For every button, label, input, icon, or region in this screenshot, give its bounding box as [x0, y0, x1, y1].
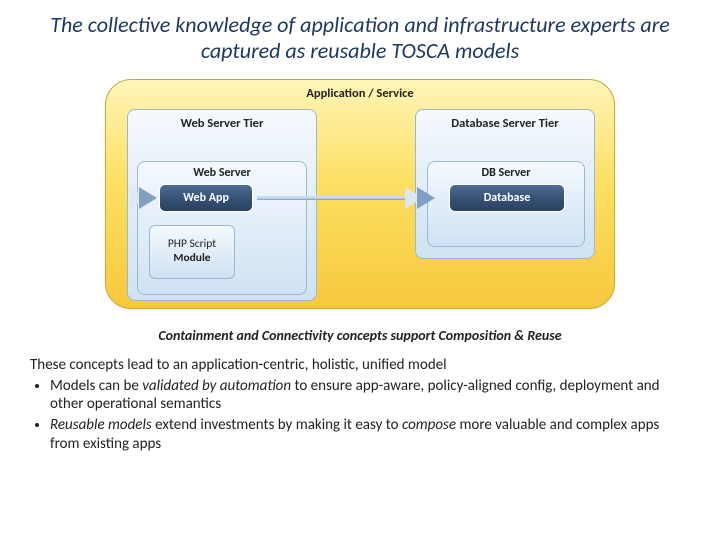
web-app-node: Web App [159, 184, 253, 212]
bullet-reuse: Reusable models extend investments by ma… [50, 416, 686, 454]
database-server-tier-label: Database Server Tier [451, 116, 558, 131]
bullet1-pre: Models can be [50, 377, 142, 395]
php-script-module-box: PHP Script Module [149, 225, 235, 279]
architecture-diagram: Application / Service Web Server Tier Da… [105, 79, 615, 309]
application-service-label: Application / Service [106, 86, 614, 101]
php-script-label-line2: Module [173, 251, 210, 265]
web-server-label: Web Server [193, 166, 251, 180]
database-node: Database [449, 184, 565, 212]
bullet2-em2: compose [402, 416, 456, 434]
bullet1-em: validated by automation [142, 377, 291, 395]
db-server-label: DB Server [482, 166, 531, 180]
diagram-caption: Containment and Connectivity concepts su… [0, 327, 720, 344]
entry-pointer-icon [129, 186, 159, 210]
database-label: Database [484, 191, 531, 205]
bullet2-em1: Reusable models [50, 416, 152, 434]
bullet2-mid: extend investments by making it easy to [152, 416, 402, 434]
php-script-label-line1: PHP Script [168, 237, 216, 251]
web-app-label: Web App [183, 191, 229, 205]
bullet-validation: Models can be validated by automation to… [50, 377, 686, 415]
slide-title: The collective knowledge of application … [0, 0, 720, 73]
body-text-block: These concepts lead to an application-ce… [0, 344, 720, 454]
connectivity-arrow-icon [257, 187, 447, 209]
body-lead-line: These concepts lead to an application-ce… [30, 356, 686, 375]
web-server-tier-label: Web Server Tier [181, 116, 264, 131]
